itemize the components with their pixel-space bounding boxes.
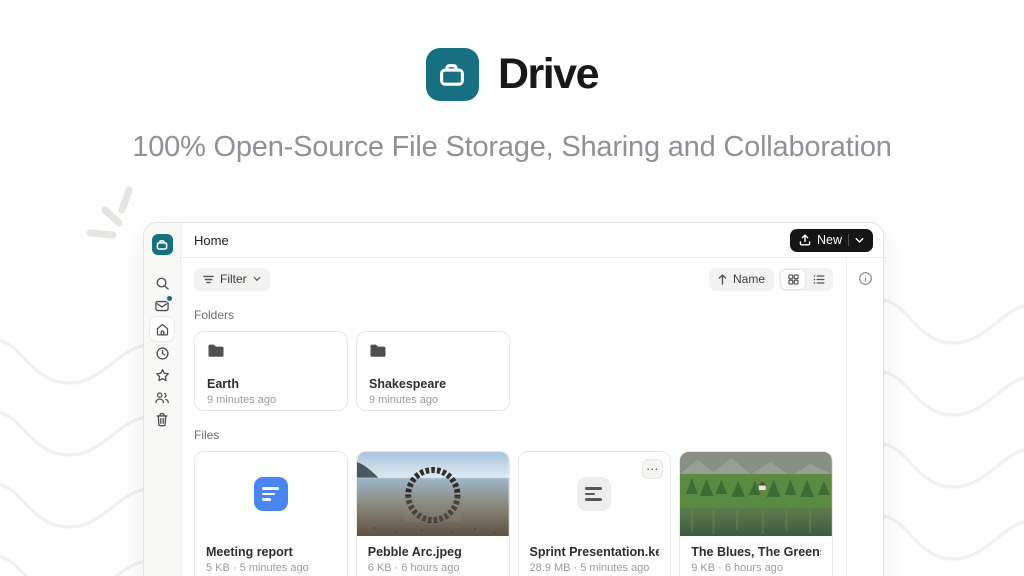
files-section-label: Files [194,428,833,442]
chevron-down-icon [253,276,261,282]
list-view-button[interactable] [807,270,831,289]
sidebar [144,223,181,576]
arrow-up-icon [718,274,727,285]
file-label-area: Meeting report 5 KB · 5 minutes ago [195,536,347,574]
folders-row: Earth 9 minutes ago Shakespeare 9 minute… [194,331,833,411]
sidebar-item-recent[interactable] [150,342,174,364]
folder-card-earth[interactable]: Earth 9 minutes ago [194,331,348,411]
pebble-arc-photo [357,452,509,536]
file-meta: 9 KB · 6 hours ago [691,562,821,574]
folder-logo-icon [155,238,169,252]
clock-icon [155,346,170,361]
upload-icon [799,234,811,246]
filter-label: Filter [220,272,247,286]
file-thumbnail-photo [357,452,509,536]
sidebar-item-home[interactable] [150,317,174,341]
file-label-area: The Blues, The Greens.jpeg 9 KB · 6 hour… [680,536,832,574]
file-thumbnail-photo [680,452,832,536]
info-button[interactable] [858,271,873,286]
window-header: Home New [181,223,883,258]
sidebar-app-logo[interactable] [152,234,173,255]
presentation-icon [577,477,611,511]
search-icon [155,276,170,291]
file-thumbnail [195,452,347,536]
new-button-label: New [817,233,842,247]
folder-name: Earth [207,377,335,391]
file-card-blues-greens[interactable]: The Blues, The Greens.jpeg 9 KB · 6 hour… [679,451,833,576]
sidebar-item-inbox[interactable] [150,294,174,316]
folder-name: Shakespeare [369,377,497,391]
lake-forest-photo [680,452,832,536]
file-name: Meeting report [206,545,336,559]
folder-card-shakespeare[interactable]: Shakespeare 9 minutes ago [356,331,510,411]
window-body: Filter Name [181,258,883,576]
sidebar-item-search[interactable] [150,272,174,294]
filter-icon [203,275,214,284]
users-icon [154,390,170,405]
file-meta: 5 KB · 5 minutes ago [206,562,336,574]
background-waves-left [0,334,152,576]
view-toggle [779,268,833,291]
info-icon [858,271,873,286]
files-row: Meeting report 5 KB · 5 minutes ago [194,451,833,576]
grid-view-button[interactable] [781,270,805,289]
page-title: Home [194,233,229,248]
hero-tagline: 100% Open-Source File Storage, Sharing a… [0,131,1024,164]
file-card-meeting-report[interactable]: Meeting report 5 KB · 5 minutes ago [194,451,348,576]
brand-name: Drive [498,50,598,99]
document-icon [254,477,288,511]
folder-icon [369,343,387,358]
details-rail [846,258,883,576]
sidebar-item-trash[interactable] [150,408,174,430]
new-button[interactable]: New [790,229,873,252]
file-card-pebble-arc[interactable]: Pebble Arc.jpeg 6 KB · 6 hours ago [356,451,510,576]
app-window: Home New [143,222,884,576]
trash-icon [155,412,169,427]
file-label-area: Sprint Presentation.key 28.9 MB · 5 minu… [519,536,671,574]
toolbar-right: Name [709,268,833,291]
file-card-sprint-presentation[interactable]: … Sprint Presentation.key 28.9 MB · 5 mi… [518,451,672,576]
toolbar: Filter Name [194,267,833,291]
filter-button[interactable]: Filter [194,268,270,291]
file-thumbnail: … [519,452,671,536]
file-name: Pebble Arc.jpeg [368,545,498,559]
grid-view-icon [788,274,799,285]
hero-section: Drive 100% Open-Source File Storage, Sha… [0,0,1024,164]
sidebar-item-shared[interactable] [150,386,174,408]
file-label-area: Pebble Arc.jpeg 6 KB · 6 hours ago [357,536,509,574]
list-view-icon [813,274,825,285]
file-meta: 6 KB · 6 hours ago [368,562,498,574]
content-area: Filter Name [181,258,846,576]
chevron-down-icon [855,237,864,244]
brand-lockup: Drive [0,48,1024,101]
file-meta: 28.9 MB · 5 minutes ago [530,562,660,574]
star-icon [155,368,170,383]
file-name: The Blues, The Greens.jpeg [691,545,821,559]
sort-label: Name [733,272,765,286]
folder-logo-glyph [436,59,468,91]
background-waves-right [878,294,1024,576]
folder-meta: 9 minutes ago [207,394,335,406]
sparkle-decoration [85,182,145,244]
drive-logo-icon [426,48,479,101]
folder-icon [207,343,225,358]
sort-button[interactable]: Name [709,268,774,291]
folders-section-label: Folders [194,308,833,322]
home-icon [155,322,170,337]
folder-meta: 9 minutes ago [369,394,497,406]
file-name: Sprint Presentation.key [530,545,660,559]
inbox-notification-dot [167,296,172,301]
new-button-divider [848,234,849,246]
more-options-button[interactable]: … [642,459,663,479]
sidebar-item-favorites[interactable] [150,364,174,386]
page: Drive 100% Open-Source File Storage, Sha… [0,0,1024,576]
main-area: Home New [181,223,883,576]
